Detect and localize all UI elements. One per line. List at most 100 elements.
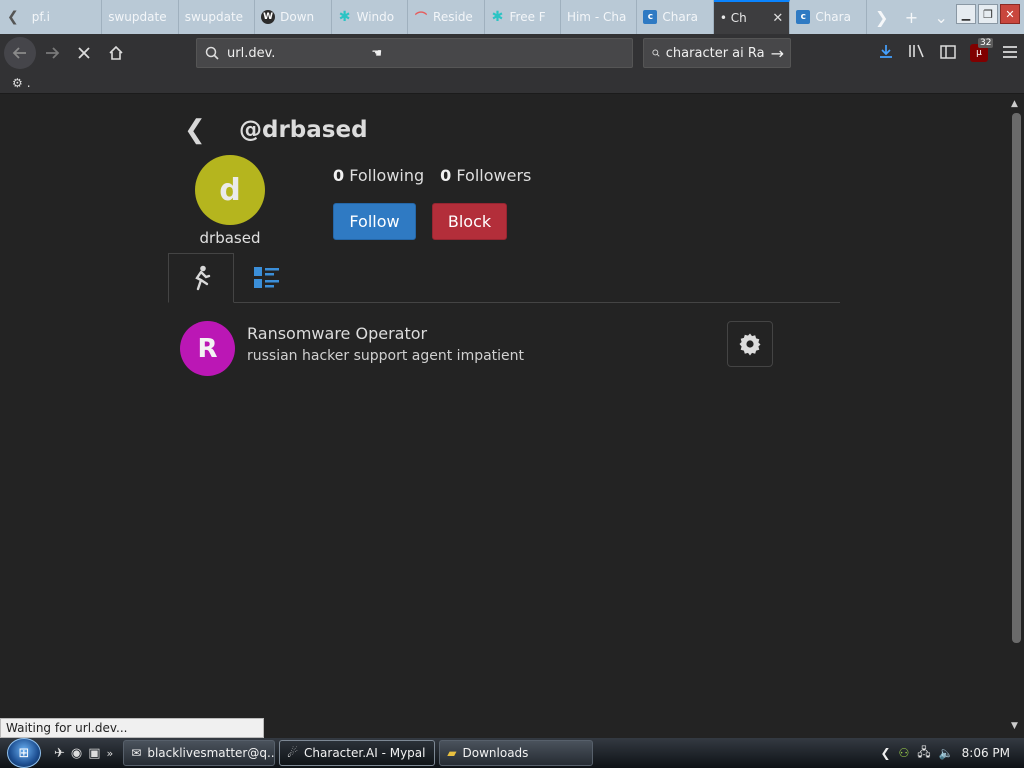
browser-tab[interactable]: W Down [255,0,332,34]
status-panel: Waiting for url.dev... [0,718,264,738]
character-ai-icon: c [643,10,658,24]
library-icon[interactable] [908,43,926,63]
puzzle-icon: ✱ [338,9,351,25]
navigation-toolbar: url.dev. ☚ character ai Ra → µ 32 [0,34,1024,72]
browser-tab[interactable]: Him - Cha [561,0,638,34]
tab-scroll-right-button[interactable]: ❯ [867,0,897,34]
network-icon[interactable]: 🖧 [917,743,930,764]
browser-tab[interactable]: swupdate [179,0,256,34]
browser-tab[interactable]: ⌒ Reside [408,0,485,34]
tab-label: Him - Cha [566,10,627,24]
quick-launch-icon[interactable]: ✈ [54,746,65,761]
bookmark-item[interactable]: ⚙ . [12,76,31,90]
quick-launch: ✈ ◉ ▣ » [48,746,119,761]
scroll-down-arrow-icon[interactable]: ▼ [1011,721,1018,731]
tab-label: Reside [433,10,473,24]
sidebar-icon[interactable] [940,44,956,63]
back-chevron-icon[interactable]: ❮ [184,115,206,145]
taskbar-button-label: Character.AI - Mypal [304,746,426,760]
tab-characters[interactable] [168,253,234,303]
chevron-left-icon[interactable]: ❮ [880,746,890,760]
browser-tab[interactable]: pf.i [26,0,103,34]
character-settings-button[interactable] [727,321,773,367]
folder-icon: ▰ [447,746,457,760]
tab-scroll-left-button[interactable]: ❮ [0,0,26,34]
tray-app-icon[interactable]: ⚇ [899,746,910,760]
block-button[interactable]: Block [432,203,507,240]
arrow-right-icon [46,47,60,59]
taskbar-button-label: Downloads [462,746,529,760]
ublock-icon[interactable]: µ 32 [970,38,994,62]
browser-tab-active[interactable]: • Ch ✕ [713,0,791,34]
tab-label: Chara [815,10,851,24]
followers-label: Followers [456,166,532,185]
system-tray: ❮ ⚇ 🖧 🔈 8:06 PM [880,743,1024,764]
scroll-up-arrow-icon[interactable]: ▲ [1011,99,1018,109]
browser-tab[interactable]: ✱ Windo [332,0,409,34]
chevron-right-icon[interactable]: » [107,747,114,760]
browser-tab[interactable]: swupdate [102,0,179,34]
new-tab-button[interactable]: + [897,0,927,34]
windows-logo-icon: ⊞ [7,738,41,768]
download-icon[interactable] [878,43,894,63]
browser-tab[interactable]: c Chara [790,0,867,34]
follow-button[interactable]: Follow [333,203,416,240]
start-button[interactable]: ⊞ [0,738,48,768]
scrollbar-thumb[interactable] [1012,113,1021,643]
restore-button[interactable]: ❐ [978,4,999,24]
tab-label: swupdate [184,10,244,24]
following-stat[interactable]: 0 Following [333,166,424,185]
tab-list[interactable] [234,253,300,303]
page-scrollbar[interactable]: ▲ ▼ [1008,95,1024,735]
tab-label: Down [280,10,315,24]
character-name[interactable]: Ransomware Operator [247,324,427,343]
taskbar-button[interactable]: ✉ blacklivesmatter@q... [123,740,276,766]
followers-stat[interactable]: 0 Followers [440,166,531,185]
list-all-tabs-button[interactable]: ⌄ [926,0,956,34]
arrow-left-icon [12,47,26,59]
rainbow-icon: ⌒ [415,10,428,25]
page-content: ❮ @drbased d drbased 0 Following 0 Follo… [0,95,1008,735]
menu-icon[interactable] [1002,44,1018,63]
search-bar[interactable]: character ai Ra → [643,38,791,68]
search-go-icon[interactable]: → [771,44,790,63]
profile-username: drbased [199,229,261,247]
browser-tab[interactable]: ✱ Free F [485,0,561,34]
avatar-letter: d [219,172,241,208]
character-list-item[interactable]: R Ransomware Operator russian hacker sup… [180,321,774,377]
search-icon [652,49,660,57]
home-button[interactable] [100,37,132,69]
tab-label: swupdate [108,10,167,24]
puzzle-icon: ✱ [491,9,504,25]
back-button[interactable] [4,37,36,69]
close-tab-icon[interactable]: ✕ [772,11,783,26]
email-icon: ✉ [131,746,142,760]
taskbar-button-active[interactable]: ☄ Character.AI - Mypal [279,740,436,766]
ublock-count-badge: 32 [978,38,994,48]
close-window-button[interactable]: ✕ [1000,4,1021,24]
mypal-browser-icon: ☄ [287,746,299,760]
character-avatar: R [180,321,235,376]
address-bar[interactable]: url.dev. ☚ [196,38,633,68]
taskbar-button[interactable]: ▰ Downloads [439,740,594,766]
tab-strip: ❮ pf.i swupdate swupdate W Down ✱ Windo … [0,0,1024,34]
volume-icon[interactable]: 🔈 [939,746,954,760]
window-controls: ▁ ❐ ✕ [956,0,1024,34]
gear-icon [739,333,761,356]
browser-tab[interactable]: c Chara [637,0,714,34]
bookmark-label: . [26,75,31,90]
character-avatar-letter: R [197,333,218,364]
list-icon [254,267,279,288]
show-desktop-icon[interactable]: ▣ [88,746,100,761]
taskbar-button-label: blacklivesmatter@q... [147,746,276,760]
quick-launch-icon[interactable]: ◉ [71,746,82,761]
bookmark-favicon-icon: ⚙ [12,75,23,90]
profile-avatar: d [195,155,265,225]
forward-button[interactable] [36,37,68,69]
clock[interactable]: 8:06 PM [962,746,1010,760]
profile-stats: 0 Following 0 Followers [333,166,531,185]
tab-label: Chara [662,10,699,24]
minimize-button[interactable]: ▁ [956,4,977,24]
stop-button[interactable] [68,37,100,69]
w-logo-icon: W [261,10,276,24]
